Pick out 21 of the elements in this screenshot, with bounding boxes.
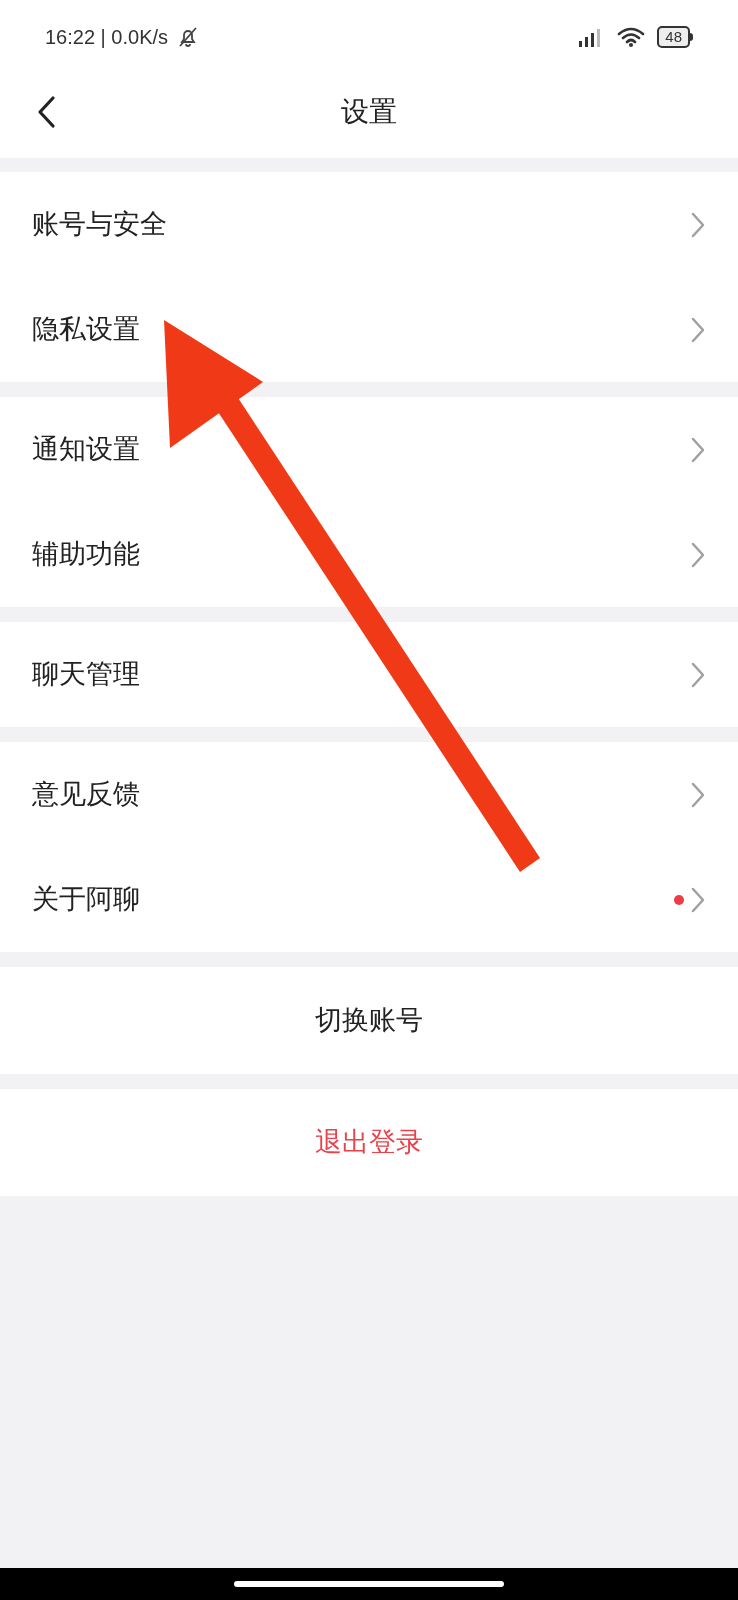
- chevron-right-icon: [690, 540, 706, 569]
- battery-icon: 48: [657, 25, 693, 48]
- chevron-right-icon: [690, 780, 706, 809]
- chevron-right-icon: [690, 660, 706, 689]
- back-icon: [36, 94, 56, 129]
- settings-row[interactable]: 聊天管理: [0, 622, 738, 727]
- settings-row[interactable]: 意见反馈: [0, 742, 738, 847]
- chevron-right-icon: [690, 210, 706, 239]
- settings-row[interactable]: 关于阿聊: [0, 847, 738, 952]
- settings-row[interactable]: 辅助功能: [0, 502, 738, 607]
- chevron-right-icon: [690, 315, 706, 344]
- chevron-right-icon: [690, 435, 706, 464]
- action-button[interactable]: 退出登录: [0, 1089, 738, 1196]
- settings-row[interactable]: 账号与安全: [0, 172, 738, 277]
- action-button[interactable]: 切换账号: [0, 967, 738, 1074]
- settings-row[interactable]: 隐私设置: [0, 277, 738, 382]
- page-title: 设置: [341, 94, 397, 129]
- chevron-right-icon: [690, 885, 706, 914]
- wifi-icon: [617, 25, 646, 48]
- status-time: 16:22 | 0.0K/s: [45, 24, 169, 50]
- settings-row[interactable]: 通知设置: [0, 397, 738, 502]
